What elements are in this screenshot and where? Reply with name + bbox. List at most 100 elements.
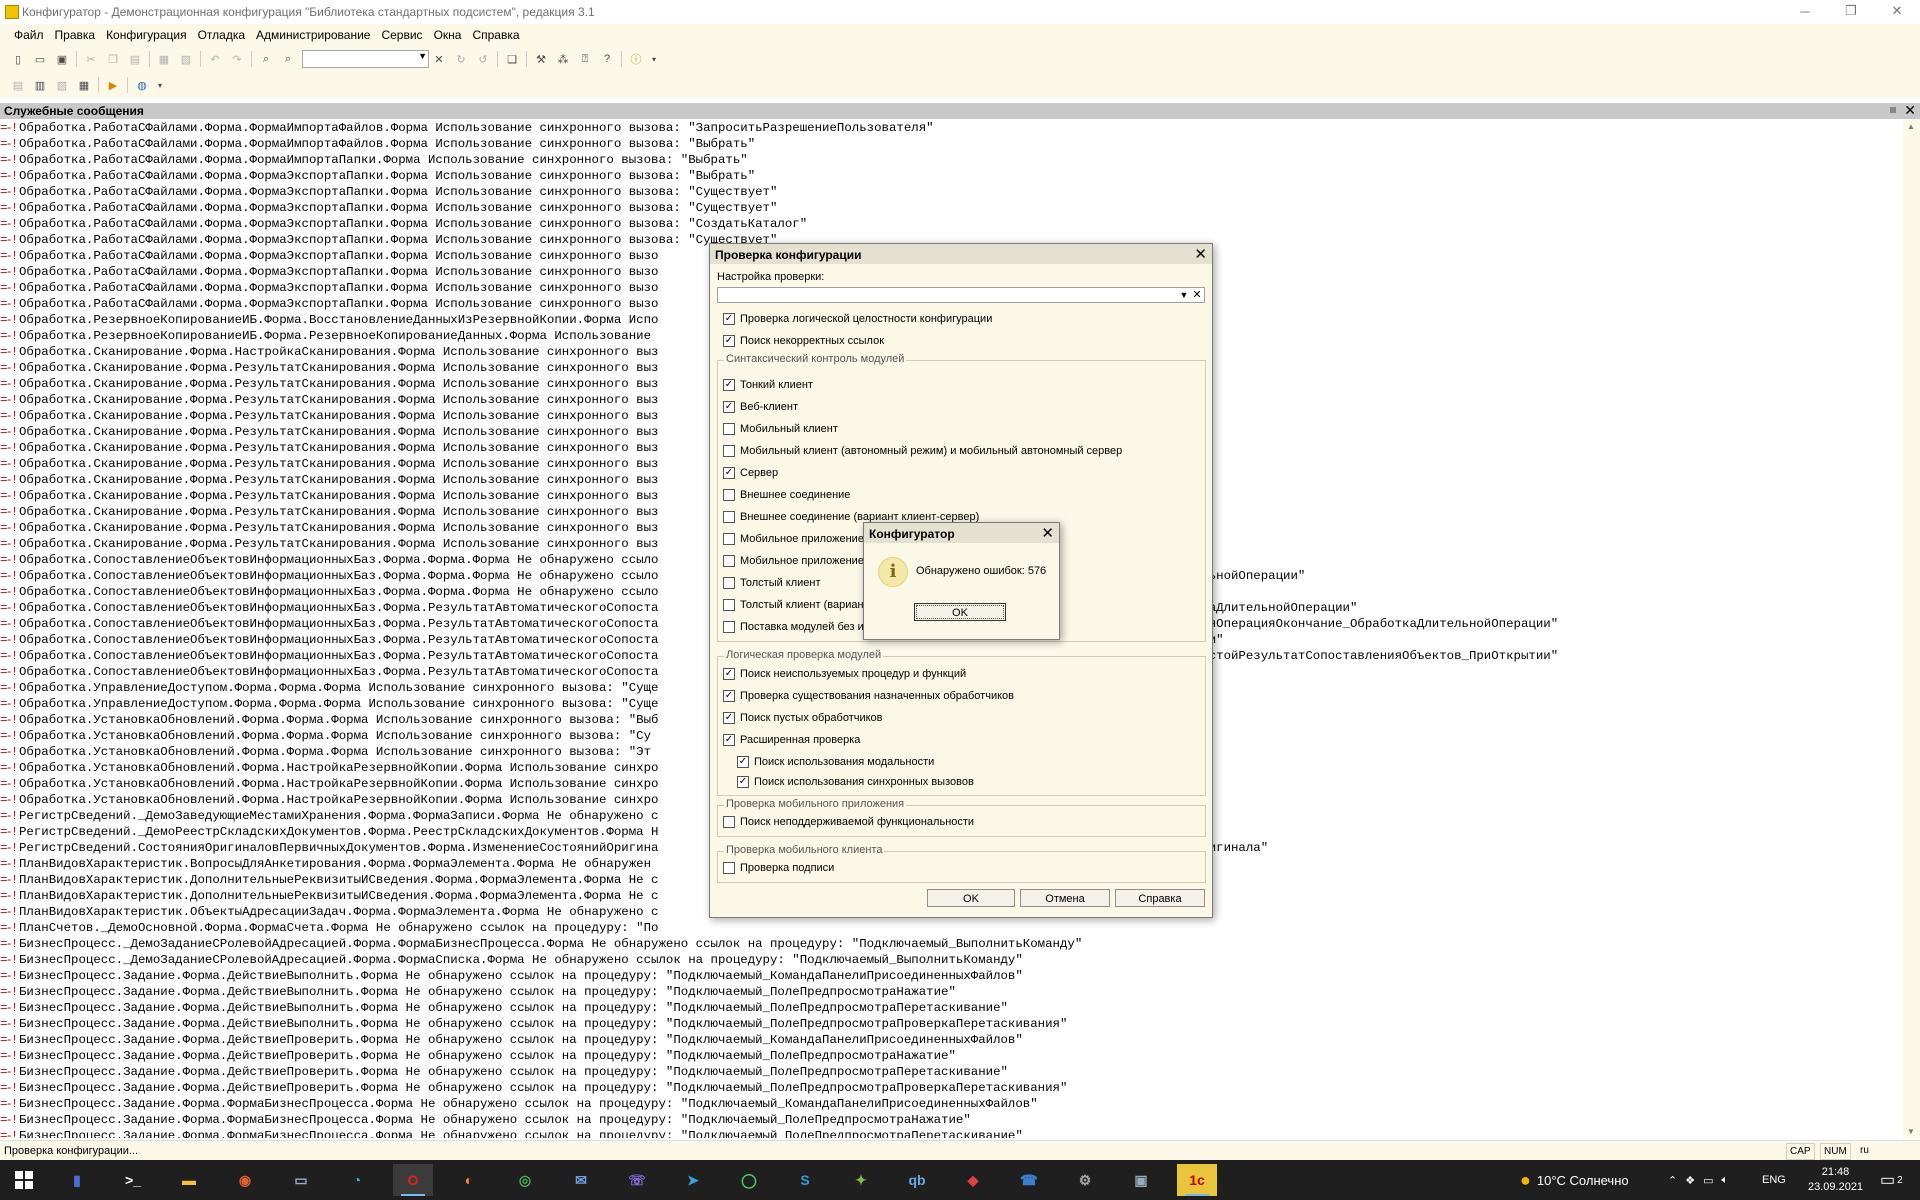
vertical-scrollbar[interactable]: ▲ ▼ bbox=[1903, 120, 1920, 1138]
telegram-icon[interactable]: ➤ bbox=[673, 1164, 713, 1196]
message-line[interactable]: =-! БизнесПроцесс.Задание.Форма.ФормаБизн… bbox=[0, 1128, 1903, 1138]
checkbox[interactable]: ✓ bbox=[723, 734, 735, 746]
message-line[interactable]: =-! БизнесПроцесс.Задание.Форма.ДействиеП… bbox=[0, 1064, 1903, 1080]
info-icon[interactable]: ⓘ bbox=[628, 51, 644, 67]
message-line[interactable]: =-! Обработка.РаботаСФайлами.Форма.ФормаЭ… bbox=[0, 168, 1903, 184]
menu-service[interactable]: Сервис bbox=[381, 28, 422, 42]
check-incorrect-refs[interactable]: ✓ Поиск некорректных ссылок bbox=[723, 335, 884, 347]
print-icon[interactable]: ▦ bbox=[156, 51, 172, 67]
clock[interactable]: 21:48 23.09.2021 bbox=[1808, 1160, 1863, 1200]
message-line[interactable]: =-! Обработка.РаботаСФайлами.Форма.ФормаИ… bbox=[0, 136, 1903, 152]
help-button[interactable]: Справка bbox=[1115, 889, 1205, 907]
wifi-icon[interactable]: ▭ bbox=[1703, 1174, 1713, 1187]
checkbox[interactable] bbox=[723, 489, 735, 501]
message-line[interactable]: =-! БизнесПроцесс.Задание.Форма.ДействиеП… bbox=[0, 1048, 1903, 1064]
folder-icon[interactable]: ▬ bbox=[169, 1164, 209, 1196]
close-button[interactable]: ✕ bbox=[1874, 0, 1920, 22]
save-icon[interactable]: ▣ bbox=[54, 51, 70, 67]
checkbox-row[interactable]: ✓ Поиск использования синхронных вызовов bbox=[737, 776, 974, 788]
redo-icon[interactable]: ↷ bbox=[229, 51, 245, 67]
checkbox-row[interactable]: ✓ Поиск пустых обработчиков bbox=[723, 712, 883, 724]
whatsapp-icon[interactable]: ◯ bbox=[729, 1164, 769, 1196]
close-icon[interactable]: ✕ bbox=[1041, 524, 1054, 542]
breakpoint-icon[interactable]: ⁂ bbox=[555, 51, 571, 67]
remote-desktop-icon[interactable]: ▭ bbox=[281, 1164, 321, 1196]
new-icon[interactable]: ▯ bbox=[10, 51, 26, 67]
open-icon[interactable]: ▭ bbox=[32, 51, 48, 67]
clear-icon[interactable]: ✕ bbox=[1191, 288, 1203, 302]
message-line[interactable]: =-! Обработка.РаботаСФайлами.Форма.ФормаЭ… bbox=[0, 184, 1903, 200]
ok-button[interactable]: OK bbox=[914, 603, 1006, 621]
menu-edit[interactable]: Правка bbox=[55, 28, 96, 42]
checkbox-row[interactable]: Поставка модулей без и bbox=[723, 621, 864, 633]
settings-icon[interactable]: ⚙ bbox=[1065, 1164, 1105, 1196]
checkbox[interactable]: ✓ bbox=[723, 401, 735, 413]
clear-search-icon[interactable]: ✕ bbox=[431, 51, 447, 67]
update-db-icon[interactable]: ▥ bbox=[32, 77, 48, 93]
find-in-icon[interactable]: ⌕ bbox=[258, 51, 274, 67]
phone-icon[interactable]: ☎ bbox=[1009, 1164, 1049, 1196]
message-line[interactable]: =-! ПланСчетов._ДемоОсновной.Форма.ФормаС… bbox=[0, 920, 1903, 936]
notifications-icon[interactable]: ▭ 2 bbox=[1880, 1160, 1903, 1200]
message-line[interactable]: =-! БизнесПроцесс.Задание.Форма.ДействиеП… bbox=[0, 1032, 1903, 1048]
message-line[interactable]: =-! БизнесПроцесс.Задание.Форма.ДействиеВ… bbox=[0, 1000, 1903, 1016]
table-icon[interactable]: ▦ bbox=[76, 77, 92, 93]
input-language[interactable]: ENG bbox=[1762, 1160, 1786, 1200]
checkbox-row[interactable]: ✓ Поиск использования модальности bbox=[737, 756, 934, 768]
checkbox[interactable] bbox=[723, 555, 735, 567]
dropbox-icon[interactable]: ❖ bbox=[1685, 1174, 1695, 1187]
checkbox[interactable]: ✓ bbox=[723, 690, 735, 702]
checkbox[interactable] bbox=[723, 862, 735, 874]
mail-icon[interactable]: ✉ bbox=[561, 1164, 601, 1196]
anydesk-red-icon[interactable]: ◆ bbox=[953, 1164, 993, 1196]
checkbox[interactable]: ✓ bbox=[737, 776, 749, 788]
cancel-button[interactable]: Отмена bbox=[1020, 889, 1110, 907]
message-line[interactable]: =-! Обработка.РаботаСФайлами.Форма.ФормаИ… bbox=[0, 120, 1903, 136]
checkbox[interactable] bbox=[723, 577, 735, 589]
preview-icon[interactable]: ▧ bbox=[178, 51, 194, 67]
message-line[interactable]: =-! Обработка.РаботаСФайлами.Форма.ФормаИ… bbox=[0, 152, 1903, 168]
anydesk-icon[interactable]: ◉ bbox=[225, 1164, 265, 1196]
check-signature[interactable]: Проверка подписи bbox=[723, 862, 834, 874]
floppy-app-icon[interactable]: ▮ bbox=[57, 1164, 97, 1196]
opera-icon[interactable]: O bbox=[393, 1164, 433, 1196]
checkbox[interactable]: ✓ bbox=[723, 467, 735, 479]
copy-icon[interactable]: ❐ bbox=[105, 51, 121, 67]
restore-button[interactable]: ❐ bbox=[1828, 0, 1874, 22]
checkbox[interactable]: ✓ bbox=[737, 756, 749, 768]
search-input[interactable]: ▼ bbox=[302, 50, 429, 68]
qbittorrent-icon[interactable]: qb bbox=[897, 1164, 937, 1196]
search-icon[interactable]: ⌕ bbox=[280, 51, 296, 67]
compare-icon[interactable]: ▧ bbox=[54, 77, 70, 93]
checkbox[interactable] bbox=[723, 816, 735, 828]
1c-app-icon[interactable]: 1c bbox=[1177, 1164, 1217, 1196]
checkbox-row[interactable]: ✓ Тонкий клиент bbox=[723, 379, 813, 391]
check-logical-integrity[interactable]: ✓ Проверка логической целостности конфигу… bbox=[723, 313, 992, 325]
chrome-icon[interactable]: ◎ bbox=[505, 1164, 545, 1196]
find-next-icon[interactable]: ↻ bbox=[453, 51, 469, 67]
checkbox-row[interactable]: Мобильный клиент bbox=[723, 423, 838, 435]
chevron-up-icon[interactable]: ⌃ bbox=[1668, 1174, 1677, 1187]
edge-icon[interactable]: ◔ bbox=[337, 1164, 377, 1196]
config-tree-icon[interactable]: ▤ bbox=[10, 77, 26, 93]
checkbox-row[interactable]: Мобильное приложение bbox=[723, 533, 864, 545]
menu-file[interactable]: Файл bbox=[14, 28, 44, 42]
message-line[interactable]: =-! БизнесПроцесс.Задание.Форма.ФормаБизн… bbox=[0, 1096, 1903, 1112]
tray-icons[interactable]: ⌃ ❖ ▭ 🔈︎ bbox=[1668, 1160, 1736, 1200]
checkbox[interactable]: ✓ bbox=[723, 712, 735, 724]
checkbox[interactable] bbox=[723, 599, 735, 611]
chevron-down-icon[interactable]: ▼ bbox=[1178, 288, 1190, 302]
checkbox[interactable] bbox=[723, 445, 735, 457]
checkbox-row[interactable]: Внешнее соединение bbox=[723, 489, 850, 501]
menu-configuration[interactable]: Конфигурация bbox=[106, 28, 187, 42]
undo-icon[interactable]: ↶ bbox=[207, 51, 223, 67]
firefox-icon[interactable]: ◐ bbox=[449, 1164, 489, 1196]
run-debug-icon[interactable]: ▶ bbox=[105, 77, 121, 93]
message-line[interactable]: =-! БизнесПроцесс.Задание.Форма.ФормаБизн… bbox=[0, 1112, 1903, 1128]
checkbox-row[interactable]: ✓ Расширенная проверка bbox=[723, 734, 860, 746]
chevron-down-icon[interactable]: ▾ bbox=[650, 51, 658, 67]
message-line[interactable]: =-! БизнесПроцесс.Задание.Форма.ДействиеП… bbox=[0, 1080, 1903, 1096]
checkbox[interactable] bbox=[723, 621, 735, 633]
message-line[interactable]: =-! Обработка.РаботаСФайлами.Форма.ФормаЭ… bbox=[0, 200, 1903, 216]
checkbox[interactable]: ✓ bbox=[723, 668, 735, 680]
